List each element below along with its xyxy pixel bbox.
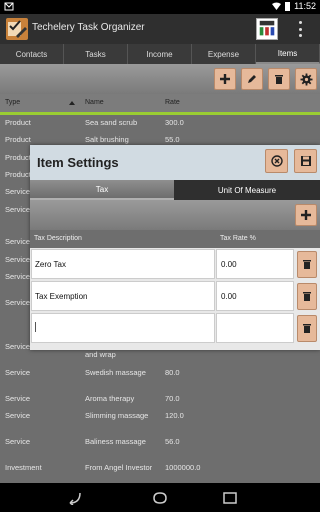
- gear-icon: [300, 73, 312, 85]
- plus-icon: [301, 210, 311, 220]
- app-logo-icon: [6, 18, 28, 40]
- tab-expense[interactable]: Expense: [192, 44, 256, 64]
- add-tax-button[interactable]: [295, 204, 317, 226]
- pencil-icon: [248, 75, 256, 83]
- sort-arrow-icon: [69, 101, 75, 105]
- delete-tax-button[interactable]: [297, 251, 317, 278]
- items-toolbar: [0, 64, 320, 94]
- dialog-toolbar: [30, 200, 320, 230]
- calculator-icon[interactable]: [256, 18, 278, 40]
- settings-button[interactable]: [295, 68, 317, 90]
- action-bar: Techelery Task Organizer: [0, 14, 320, 44]
- tab-unit-of-measure[interactable]: Unit Of Measure: [174, 180, 320, 200]
- column-name[interactable]: Name: [85, 99, 104, 106]
- overflow-menu-icon[interactable]: [297, 21, 303, 37]
- tax-row: Tax Exemption 0.00: [30, 280, 320, 312]
- items-table-header: Type Name Rate: [0, 94, 320, 112]
- column-tax-rate: Tax Rate %: [220, 235, 256, 242]
- tax-description-field[interactable]: Zero Tax: [31, 249, 215, 279]
- tab-tax[interactable]: Tax: [30, 180, 174, 200]
- dialog-close-button[interactable]: [265, 149, 288, 173]
- tax-table-body: Zero Tax 0.00 Tax Exemption 0.00: [30, 248, 320, 350]
- tax-table-header: Tax Description Tax Rate %: [30, 230, 320, 248]
- wifi-icon: [272, 2, 282, 10]
- trash-icon: [303, 324, 311, 333]
- edit-item-button[interactable]: [241, 68, 263, 90]
- status-bar: 11:52: [0, 0, 320, 14]
- recent-apps-icon[interactable]: [222, 491, 238, 505]
- add-item-button[interactable]: [214, 68, 236, 90]
- tax-description-field[interactable]: Tax Exemption: [31, 281, 215, 311]
- item-settings-dialog: Item Settings Tax Unit Of Measure Tax De…: [30, 145, 320, 350]
- app-title: Techelery Task Organizer: [32, 22, 145, 33]
- tax-row: [30, 312, 320, 344]
- tax-rate-field[interactable]: 0.00: [216, 249, 294, 279]
- delete-tax-button[interactable]: [297, 283, 317, 310]
- tab-items[interactable]: Items: [256, 44, 320, 64]
- trash-icon: [275, 75, 283, 84]
- dialog-save-button[interactable]: [294, 149, 317, 173]
- notification-icon: [4, 2, 14, 11]
- battery-icon: [285, 1, 291, 11]
- dialog-title: Item Settings: [37, 155, 119, 170]
- trash-icon: [303, 260, 311, 269]
- status-time: 11:52: [294, 1, 316, 11]
- tax-row: Zero Tax 0.00: [30, 248, 320, 280]
- tax-rate-field[interactable]: 0.00: [216, 281, 294, 311]
- column-type[interactable]: Type: [5, 99, 20, 106]
- plus-icon: [220, 74, 230, 84]
- tab-income[interactable]: Income: [128, 44, 192, 64]
- tab-tasks[interactable]: Tasks: [64, 44, 128, 64]
- tax-description-field[interactable]: [31, 313, 215, 343]
- delete-item-button[interactable]: [268, 68, 290, 90]
- main-tabs: Contacts Tasks Income Expense Items: [0, 44, 320, 64]
- tax-rate-field[interactable]: [216, 313, 294, 343]
- delete-tax-button[interactable]: [297, 315, 317, 342]
- column-tax-description: Tax Description: [34, 235, 82, 242]
- back-icon[interactable]: [66, 491, 82, 505]
- column-rate[interactable]: Rate: [165, 99, 180, 106]
- dialog-tabs: Tax Unit Of Measure: [30, 180, 320, 200]
- save-icon: [300, 156, 311, 166]
- text-cursor: [35, 322, 36, 332]
- trash-icon: [303, 292, 311, 301]
- system-nav-bar: [0, 483, 320, 512]
- close-icon: [270, 155, 283, 167]
- tab-contacts[interactable]: Contacts: [0, 44, 64, 64]
- home-icon[interactable]: [152, 491, 168, 505]
- dialog-header: Item Settings: [30, 145, 320, 180]
